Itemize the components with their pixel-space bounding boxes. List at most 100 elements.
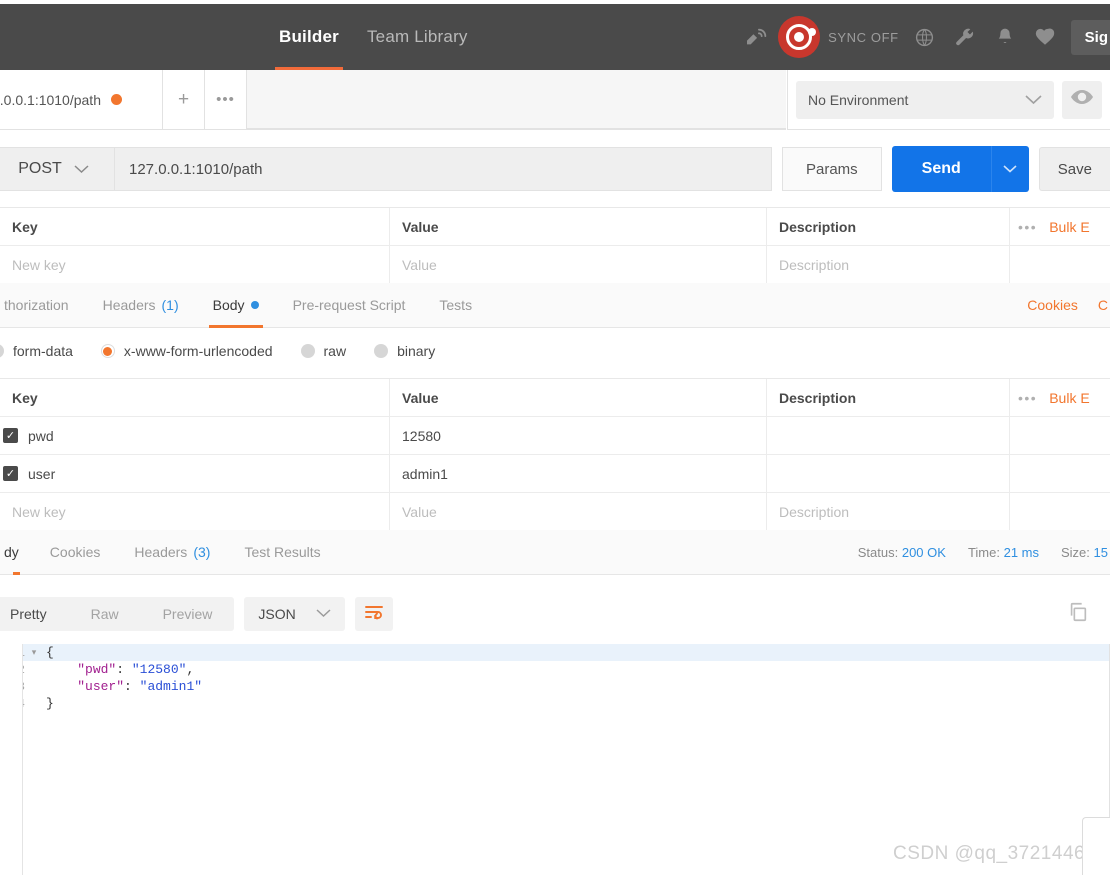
table-row[interactable]: ✓ user admin1 bbox=[0, 455, 1110, 493]
response-format-select[interactable]: JSON bbox=[244, 597, 345, 631]
environment-quick-look-button[interactable] bbox=[1062, 80, 1102, 119]
tab-headers-count: (1) bbox=[161, 297, 179, 313]
body-new-row[interactable]: New key Value Description bbox=[0, 493, 1110, 531]
tab-authorization-label: thorization bbox=[4, 297, 69, 313]
wrench-icon[interactable] bbox=[945, 4, 985, 70]
word-wrap-button[interactable] bbox=[354, 597, 393, 631]
response-body-toolbar: Pretty Raw Preview JSON bbox=[0, 588, 1110, 640]
http-method-select[interactable]: POST bbox=[0, 147, 114, 191]
request-section-tabs: thorization Headers (1) Body Pre-request… bbox=[0, 283, 1110, 328]
params-bulk-edit-link[interactable]: Bulk E bbox=[1049, 219, 1089, 235]
send-button[interactable]: Send bbox=[891, 146, 991, 192]
code-link[interactable]: C bbox=[1088, 297, 1108, 313]
body-more-options-button[interactable]: ••• bbox=[1018, 390, 1037, 406]
view-raw-button[interactable]: Raw bbox=[69, 597, 141, 631]
view-preview-button[interactable]: Preview bbox=[141, 597, 235, 631]
params-table-header: Key Value Description ••• Bulk E bbox=[0, 208, 1110, 246]
body-row-description-cell[interactable] bbox=[767, 417, 1010, 454]
response-tab-headers-label: Headers bbox=[134, 544, 188, 560]
params-button[interactable]: Params bbox=[781, 147, 882, 191]
time-label: Time: bbox=[967, 544, 1000, 560]
size-label: Size: bbox=[1061, 544, 1090, 560]
send-options-button[interactable] bbox=[990, 146, 1029, 192]
unsaved-indicator-icon bbox=[111, 94, 122, 105]
cookies-link[interactable]: Cookies bbox=[1017, 297, 1088, 313]
response-tab-cookies[interactable]: Cookies bbox=[33, 530, 118, 575]
params-new-row[interactable]: New key Value Description bbox=[0, 246, 1110, 284]
body-new-value-input[interactable]: Value bbox=[390, 493, 767, 530]
request-tab[interactable]: 7.0.0.1:1010/path bbox=[0, 70, 163, 129]
nav-tab-builder-label: Builder bbox=[279, 27, 339, 46]
response-body-editor[interactable]: 1 ▾ { 2 "pwd": "12580", 3 "user": "admin… bbox=[0, 644, 1110, 875]
size-value: 15 bbox=[1093, 544, 1108, 560]
tabstrip-filler bbox=[247, 70, 786, 129]
body-row-description-cell[interactable] bbox=[767, 455, 1010, 492]
tab-body[interactable]: Body bbox=[196, 283, 276, 328]
request-url-input[interactable]: 127.0.0.1:1010/path bbox=[114, 147, 772, 191]
code-line: 3 "user": "admin1" bbox=[0, 678, 1110, 695]
status-label: Status: bbox=[857, 544, 899, 560]
tab-pre-request-script[interactable]: Pre-request Script bbox=[276, 283, 423, 328]
globe-icon[interactable] bbox=[905, 4, 945, 70]
environment-select-label: No Environment bbox=[808, 91, 909, 108]
body-type-urlencoded[interactable]: x-www-form-urlencoded bbox=[100, 343, 301, 359]
body-type-form-data[interactable]: form-data bbox=[0, 343, 101, 359]
response-tab-body-label: dy bbox=[4, 544, 19, 560]
body-bulk-edit-link[interactable]: Bulk E bbox=[1049, 390, 1089, 406]
tab-options-button[interactable]: ••• bbox=[205, 70, 247, 129]
body-row-key-cell[interactable]: ✓ user bbox=[0, 455, 390, 492]
app-header: Builder Team Library SYNC OFF Sig bbox=[0, 4, 1110, 70]
response-tab-headers[interactable]: Headers (3) bbox=[117, 530, 227, 575]
body-row-value-cell[interactable]: admin1 bbox=[390, 455, 767, 492]
response-tab-test-results[interactable]: Test Results bbox=[227, 530, 337, 575]
header-actions: SYNC OFF Sig bbox=[738, 4, 1110, 70]
response-tab-headers-count: (3) bbox=[193, 544, 211, 560]
nav-tab-team-library[interactable]: Team Library bbox=[353, 4, 482, 70]
code-line: 4 } bbox=[0, 695, 1110, 712]
view-pretty-button[interactable]: Pretty bbox=[0, 597, 69, 631]
bell-icon[interactable] bbox=[985, 4, 1025, 70]
body-type-form-data-label: form-data bbox=[13, 343, 73, 359]
params-new-description-input[interactable]: Description bbox=[767, 246, 1010, 283]
tab-tests[interactable]: Tests bbox=[422, 283, 489, 328]
row-checkbox-checked-icon[interactable]: ✓ bbox=[3, 466, 18, 481]
tab-tests-label: Tests bbox=[439, 297, 473, 313]
body-new-row-actions bbox=[1010, 493, 1110, 530]
body-row-value-cell[interactable]: 12580 bbox=[390, 417, 767, 454]
nav-tab-builder[interactable]: Builder bbox=[265, 4, 353, 70]
broadcast-icon[interactable] bbox=[738, 4, 778, 70]
http-method-label: POST bbox=[18, 160, 62, 177]
body-row-key-cell[interactable]: ✓ pwd bbox=[0, 417, 390, 454]
new-tab-button[interactable]: + bbox=[163, 70, 205, 129]
editor-gutter-divider bbox=[22, 644, 23, 875]
radio-selected-icon bbox=[100, 344, 115, 358]
params-col-description: Description bbox=[767, 208, 1010, 245]
body-col-description: Description bbox=[767, 379, 1010, 416]
body-type-radio-group: form-data x-www-form-urlencoded raw bina… bbox=[0, 328, 1110, 374]
heart-icon[interactable] bbox=[1025, 4, 1065, 70]
sign-in-button[interactable]: Sig bbox=[1070, 19, 1110, 55]
word-wrap-icon bbox=[364, 604, 384, 625]
params-more-options-button[interactable]: ••• bbox=[1018, 219, 1037, 235]
table-row[interactable]: ✓ pwd 12580 bbox=[0, 417, 1110, 455]
body-new-key-input[interactable]: New key bbox=[0, 493, 390, 530]
bottom-right-panel[interactable] bbox=[1082, 817, 1110, 875]
row-checkbox-checked-icon[interactable]: ✓ bbox=[3, 428, 18, 443]
body-type-binary[interactable]: binary bbox=[374, 343, 463, 359]
tab-headers[interactable]: Headers (1) bbox=[86, 283, 196, 328]
body-type-raw[interactable]: raw bbox=[300, 343, 375, 359]
copy-response-button[interactable] bbox=[1058, 597, 1098, 631]
body-new-description-input[interactable]: Description bbox=[767, 493, 1010, 530]
params-new-value-input[interactable]: Value bbox=[390, 246, 767, 283]
request-tabs-right-links: Cookies C bbox=[1017, 297, 1110, 313]
save-button[interactable]: Save bbox=[1038, 147, 1110, 191]
sync-status[interactable]: SYNC OFF bbox=[778, 16, 899, 58]
environment-select[interactable]: No Environment bbox=[796, 80, 1054, 119]
code-fold-toggle-icon[interactable]: ▾ bbox=[28, 648, 40, 658]
tab-authorization[interactable]: thorization bbox=[0, 283, 86, 328]
eye-icon bbox=[1071, 90, 1093, 109]
params-new-key-input[interactable]: New key bbox=[0, 246, 390, 283]
response-tab-body[interactable]: dy bbox=[0, 530, 33, 575]
response-tab-test-results-label: Test Results bbox=[244, 544, 321, 560]
code-line-text: } bbox=[46, 696, 54, 711]
